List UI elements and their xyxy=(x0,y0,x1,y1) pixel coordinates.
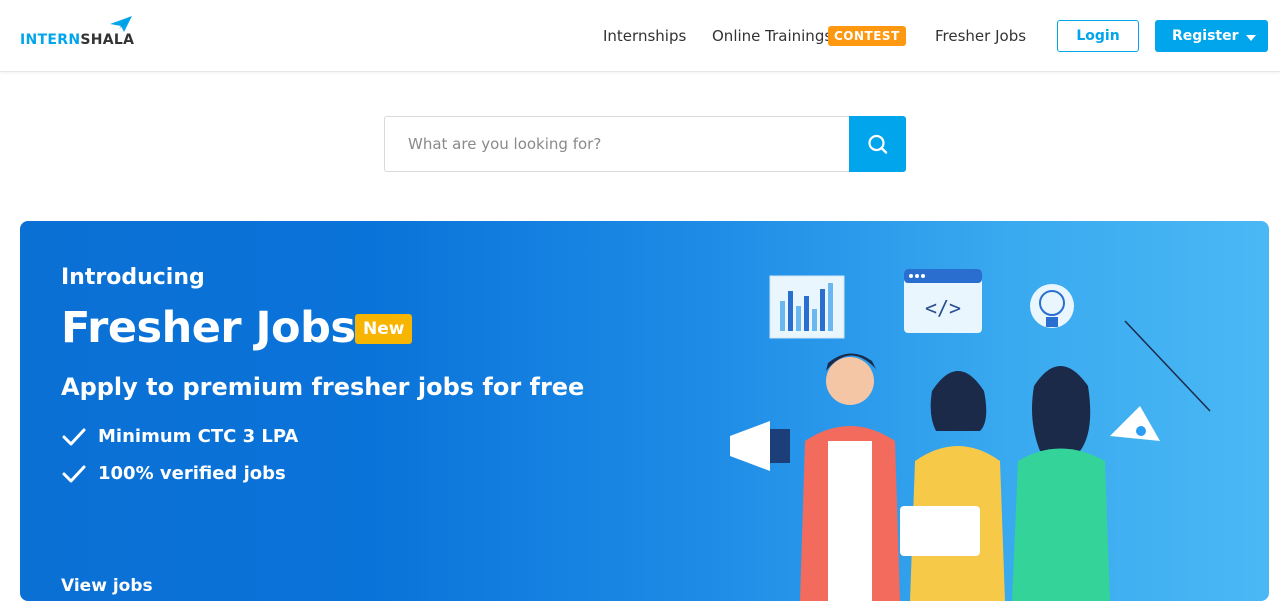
nav-internships[interactable]: Internships xyxy=(603,27,686,45)
internshala-logo[interactable]: INTERNSHALA xyxy=(20,16,140,52)
check-icon xyxy=(62,428,86,446)
svg-text:</>: </> xyxy=(925,296,961,320)
search-box xyxy=(384,116,850,172)
check-icon xyxy=(62,465,86,483)
code-window-icon: </> xyxy=(904,269,982,333)
person-man xyxy=(800,353,900,601)
bar-chart-card-icon xyxy=(769,275,845,339)
nav-online-trainings[interactable]: Online Trainings xyxy=(712,27,832,45)
feature-text: 100% verified jobs xyxy=(98,463,286,484)
banner-subtitle: Apply to premium fresher jobs for free xyxy=(61,373,585,401)
logo-wordmark: INTERNSHALA xyxy=(20,32,135,48)
login-button[interactable]: Login xyxy=(1057,20,1139,52)
nav-fresher-jobs[interactable]: Fresher Jobs xyxy=(935,27,1026,45)
fresher-jobs-banner[interactable]: Introducing Fresher Jobs New Apply to pr… xyxy=(20,221,1269,601)
search-icon xyxy=(868,134,888,154)
view-jobs-link[interactable]: View jobs xyxy=(61,576,153,596)
people-illustration: </> xyxy=(730,269,1211,601)
person-woman-pen xyxy=(1012,320,1211,601)
contest-badge[interactable]: CONTEST xyxy=(828,26,906,46)
register-button[interactable]: Register xyxy=(1155,20,1268,52)
megaphone-icon xyxy=(730,421,790,471)
search-button[interactable] xyxy=(849,116,906,172)
caret-down-icon xyxy=(1246,35,1256,41)
lightbulb-icon xyxy=(1030,284,1074,328)
banner-title: Fresher Jobs xyxy=(61,303,356,353)
register-label: Register xyxy=(1172,28,1239,44)
search-input[interactable] xyxy=(385,117,850,171)
feature-text: Minimum CTC 3 LPA xyxy=(98,426,299,447)
new-badge: New xyxy=(355,314,413,344)
top-header: INTERNSHALA Internships Online Trainings… xyxy=(0,0,1280,72)
banner-intro: Introducing xyxy=(61,265,205,290)
person-woman-laptop xyxy=(900,371,1005,601)
